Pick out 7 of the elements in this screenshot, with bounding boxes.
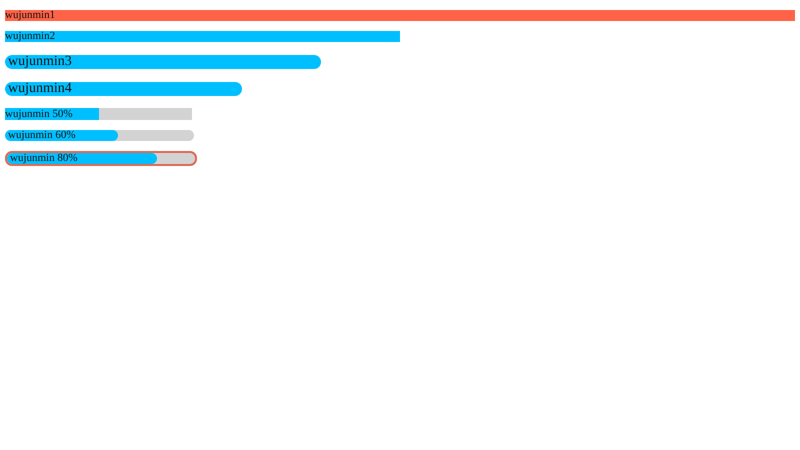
progress-label: wujunmin4 (8, 82, 72, 96)
progress-label: wujunmin 50% (5, 108, 73, 120)
progress-label: wujunmin 60% (8, 130, 76, 141)
progress-label: wujunmin1 (5, 10, 56, 21)
progress-label: wujunmin2 (5, 31, 56, 42)
progress-label: wujunmin 80% (10, 153, 78, 164)
progress-label: wujunmin3 (8, 55, 72, 69)
